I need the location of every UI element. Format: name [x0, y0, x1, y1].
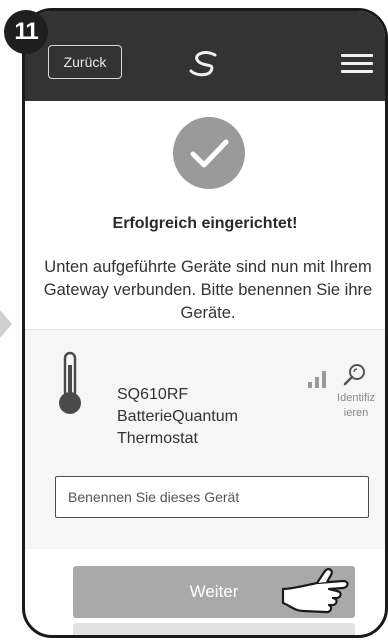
secondary-button[interactable] [73, 623, 355, 635]
device-name: SQ610RF BatterieQuantum Thermostat [117, 384, 297, 450]
identify-search-icon[interactable] [343, 363, 367, 387]
step-number: 11 [14, 18, 38, 45]
device-name-line1: BatterieQuantum [117, 408, 238, 425]
pointing-hand-icon [281, 568, 349, 614]
device-model: SQ610RF [117, 386, 189, 403]
device-name-input[interactable] [55, 476, 369, 518]
step-number-badge: 11 [4, 10, 48, 54]
device-name-line2: Thermostat [117, 430, 198, 447]
previous-step-arrow [0, 310, 12, 338]
signal-strength-icon [308, 371, 326, 388]
app-header: Zurück [25, 11, 385, 101]
checkmark-circle-icon [173, 117, 245, 189]
phone-screen: Zurück Erfolgreich eingerichtet! Unten a… [22, 8, 388, 638]
info-message: Unten aufgeführte Geräte sind nun mit Ih… [43, 258, 373, 322]
success-title: Erfolgreich eingerichtet! [112, 215, 298, 232]
back-button[interactable]: Zurück [48, 45, 122, 79]
identify-label-line2: ieren [343, 407, 369, 419]
thermometer-icon [59, 351, 81, 414]
identify-label-line1: Identifiz [337, 392, 375, 404]
identify-label[interactable]: Identifiz ieren [331, 391, 381, 421]
hamburger-menu-icon[interactable] [341, 54, 373, 74]
s-swirl-logo-icon [189, 51, 217, 77]
